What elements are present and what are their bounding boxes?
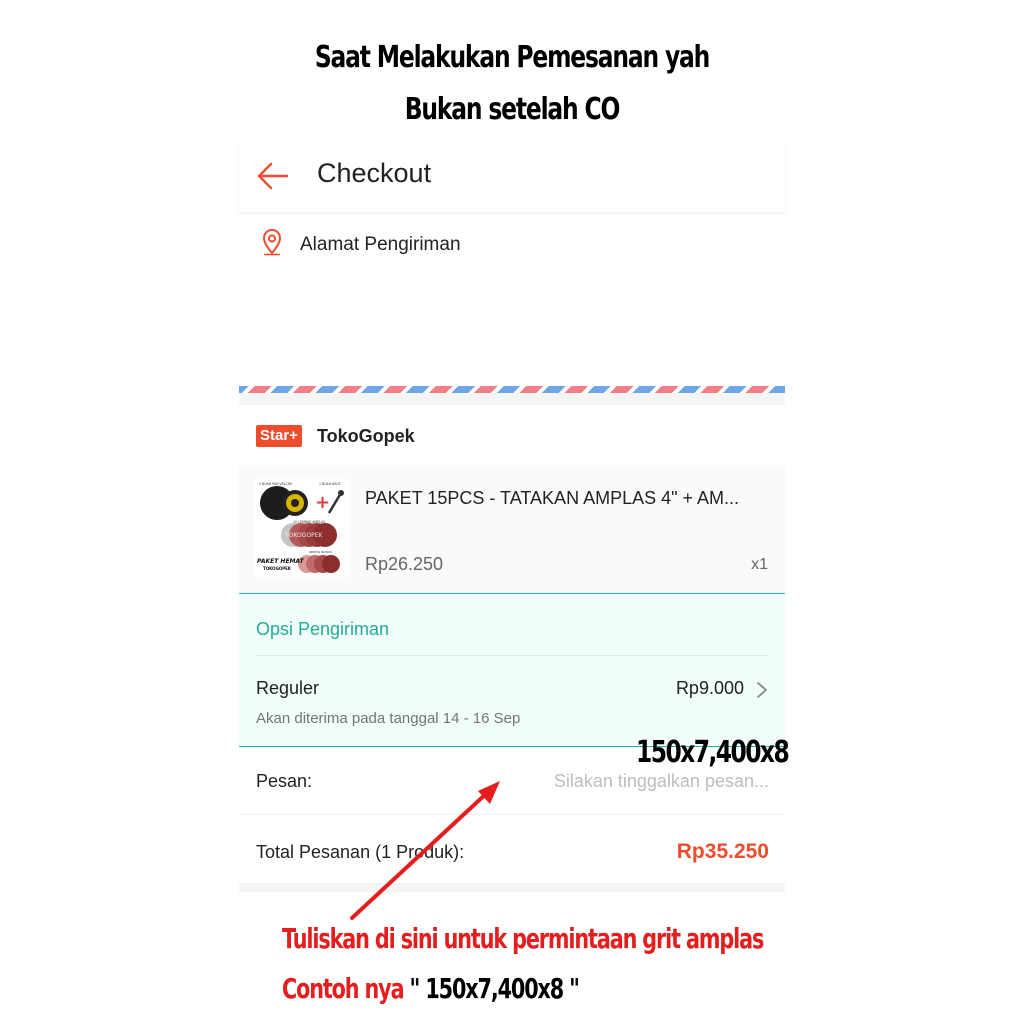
location-pin-icon — [262, 228, 282, 256]
product-thumbnail: 1 BUAH PAD VELCRO 1 BUAH BAUT + 10 LEMBA… — [255, 479, 351, 577]
thumb-brand-line2: TOKOGOPEK — [263, 566, 292, 571]
arrow-left-icon[interactable] — [255, 158, 291, 194]
shipping-options-section[interactable]: Opsi Pengiriman Reguler Rp9.000 Akan dit… — [239, 593, 785, 747]
annotation-note-line1: Tuliskan di sini untuk permintaan grit a… — [282, 922, 764, 955]
thumb-label-bolt: 1 BUAH BAUT — [319, 482, 341, 486]
annotation-note-line2: Contoh nya " 150x7,400x8 " — [282, 972, 580, 1005]
shipping-options-title: Opsi Pengiriman — [256, 619, 390, 639]
thumb-brand-line1: PAKET HEMAT — [257, 558, 305, 565]
section-gap — [239, 883, 785, 892]
thumb-watermark: TOKOGOPEK — [284, 532, 323, 539]
order-total-value: Rp35.250 — [676, 840, 769, 863]
order-total-row: Total Pesanan (1 Produk): Rp35.250 — [239, 815, 785, 883]
annotation-note-prefix: Contoh nya — [282, 972, 405, 1005]
order-total-label: Total Pesanan (1 Produk): — [256, 842, 465, 862]
example-message-overlay: 150x7,400x8 — [636, 735, 790, 770]
message-label: Pesan: — [256, 771, 313, 791]
annotation-note-example: " 150x7,400x8 " — [403, 972, 580, 1005]
shipping-address-section[interactable]: Alamat Pengiriman — [239, 216, 785, 386]
address-label: Alamat Pengiriman — [300, 234, 461, 255]
instruction-caption-line1: Saat Melakukan Pemesanan yah — [314, 40, 710, 75]
product-price: Rp26.250 — [365, 554, 444, 574]
product-name: PAKET 15PCS - TATAKAN AMPLAS 4" + AM... — [365, 488, 740, 508]
shipping-method-name: Reguler — [256, 678, 320, 698]
svg-text:+: + — [315, 492, 330, 513]
star-plus-badge: Star+ — [256, 425, 302, 447]
divider — [256, 655, 768, 656]
checkout-screen: Checkout Alamat Pengiriman Star+ TokoGop… — [239, 140, 785, 892]
instruction-caption-line2: Bukan setelah CO — [404, 92, 621, 127]
section-gap — [239, 393, 785, 405]
thumb-label-bonus: KERTAS BONUS — [309, 550, 332, 554]
page-title: Checkout — [317, 158, 432, 188]
shop-name: TokoGopek — [317, 426, 415, 446]
chevron-right-icon[interactable] — [755, 680, 769, 700]
product-quantity: x1 — [751, 556, 768, 573]
shipping-price: Rp9.000 — [675, 678, 744, 698]
shipping-eta: Akan diterima pada tanggal 14 - 16 Sep — [256, 710, 521, 727]
app-header: Checkout — [239, 140, 785, 212]
shop-header[interactable]: Star+ TokoGopek — [239, 405, 785, 465]
envelope-border — [239, 386, 785, 393]
product-item[interactable]: 1 BUAH PAD VELCRO 1 BUAH BAUT + 10 LEMBA… — [239, 465, 785, 593]
thumb-label-velcro: 1 BUAH PAD VELCRO — [259, 482, 293, 486]
message-input[interactable] — [489, 767, 769, 795]
